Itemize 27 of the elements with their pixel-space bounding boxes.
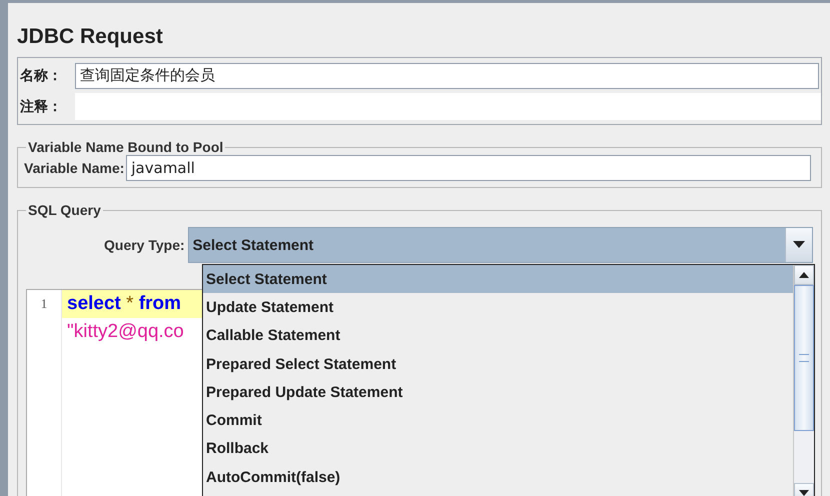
variable-name-input-field[interactable]: javamall <box>126 155 811 181</box>
arrow-up-icon <box>799 272 809 278</box>
dropdown-option[interactable]: Select Statement <box>203 265 793 294</box>
field-label: 注释： <box>20 98 63 116</box>
code-line: select * from <box>67 293 182 315</box>
line-number: 1 <box>40 296 48 312</box>
dropdown-option[interactable]: Prepared Select Statement <box>203 350 793 378</box>
group-legend: SQL Query <box>26 202 103 218</box>
group-legend: Variable Name Bound to Pool <box>26 139 226 155</box>
dropdown-option[interactable]: Rollback <box>203 434 793 464</box>
panel-title: JDBC Request <box>17 25 164 49</box>
dropdown-option[interactable]: AutoCommit(false) <box>203 463 793 492</box>
field-label: 名称： <box>20 66 63 84</box>
query-type-dropdown[interactable]: Select Statement <box>188 227 813 263</box>
scrollbar-thumb[interactable] <box>794 285 814 431</box>
caret-down-icon <box>793 241 805 249</box>
code-line: "kitty2@qq.co <box>67 321 184 343</box>
name-input-field[interactable]: 查询固定条件的会员 <box>75 62 819 88</box>
field-label: Query Type: <box>104 237 185 253</box>
dropdown-option[interactable]: Commit <box>203 406 793 435</box>
comment-input-field[interactable] <box>75 93 821 120</box>
dropdown-option[interactable]: Prepared Update Statement <box>203 378 793 406</box>
scrollbar[interactable] <box>793 265 814 496</box>
dropdown-option[interactable]: Callable Statement <box>203 322 793 350</box>
dropdown-option[interactable]: Update Statement <box>203 293 793 322</box>
arrow-down-icon <box>799 490 809 496</box>
field-label: Variable Name: <box>24 160 124 176</box>
